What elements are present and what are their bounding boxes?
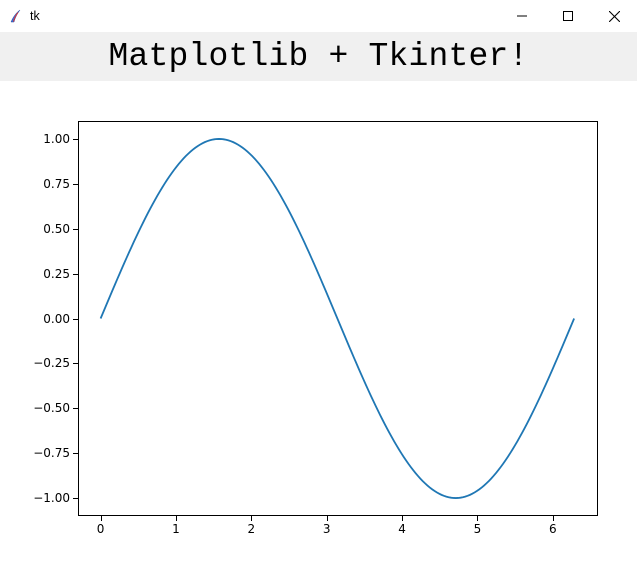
close-icon bbox=[609, 11, 620, 22]
header-band: Matplotlib + Tkinter! bbox=[0, 32, 637, 81]
maximize-button[interactable] bbox=[545, 0, 591, 32]
window-title: tk bbox=[30, 9, 499, 23]
tk-feather-icon bbox=[8, 8, 24, 24]
plot-svg bbox=[8, 111, 608, 526]
maximize-icon bbox=[563, 11, 573, 21]
minimize-button[interactable] bbox=[499, 0, 545, 32]
series-line bbox=[101, 139, 575, 498]
plot-wrap: −1.00−0.75−0.50−0.250.000.250.500.751.00… bbox=[0, 81, 637, 571]
plot-area: −1.00−0.75−0.50−0.250.000.250.500.751.00… bbox=[8, 111, 617, 551]
app-window: tk Matplotlib + Tkinter! bbox=[0, 0, 637, 571]
window-buttons bbox=[499, 0, 637, 32]
minimize-icon bbox=[517, 11, 527, 21]
close-button[interactable] bbox=[591, 0, 637, 32]
page-title: Matplotlib + Tkinter! bbox=[108, 38, 528, 75]
titlebar: tk bbox=[0, 0, 637, 32]
